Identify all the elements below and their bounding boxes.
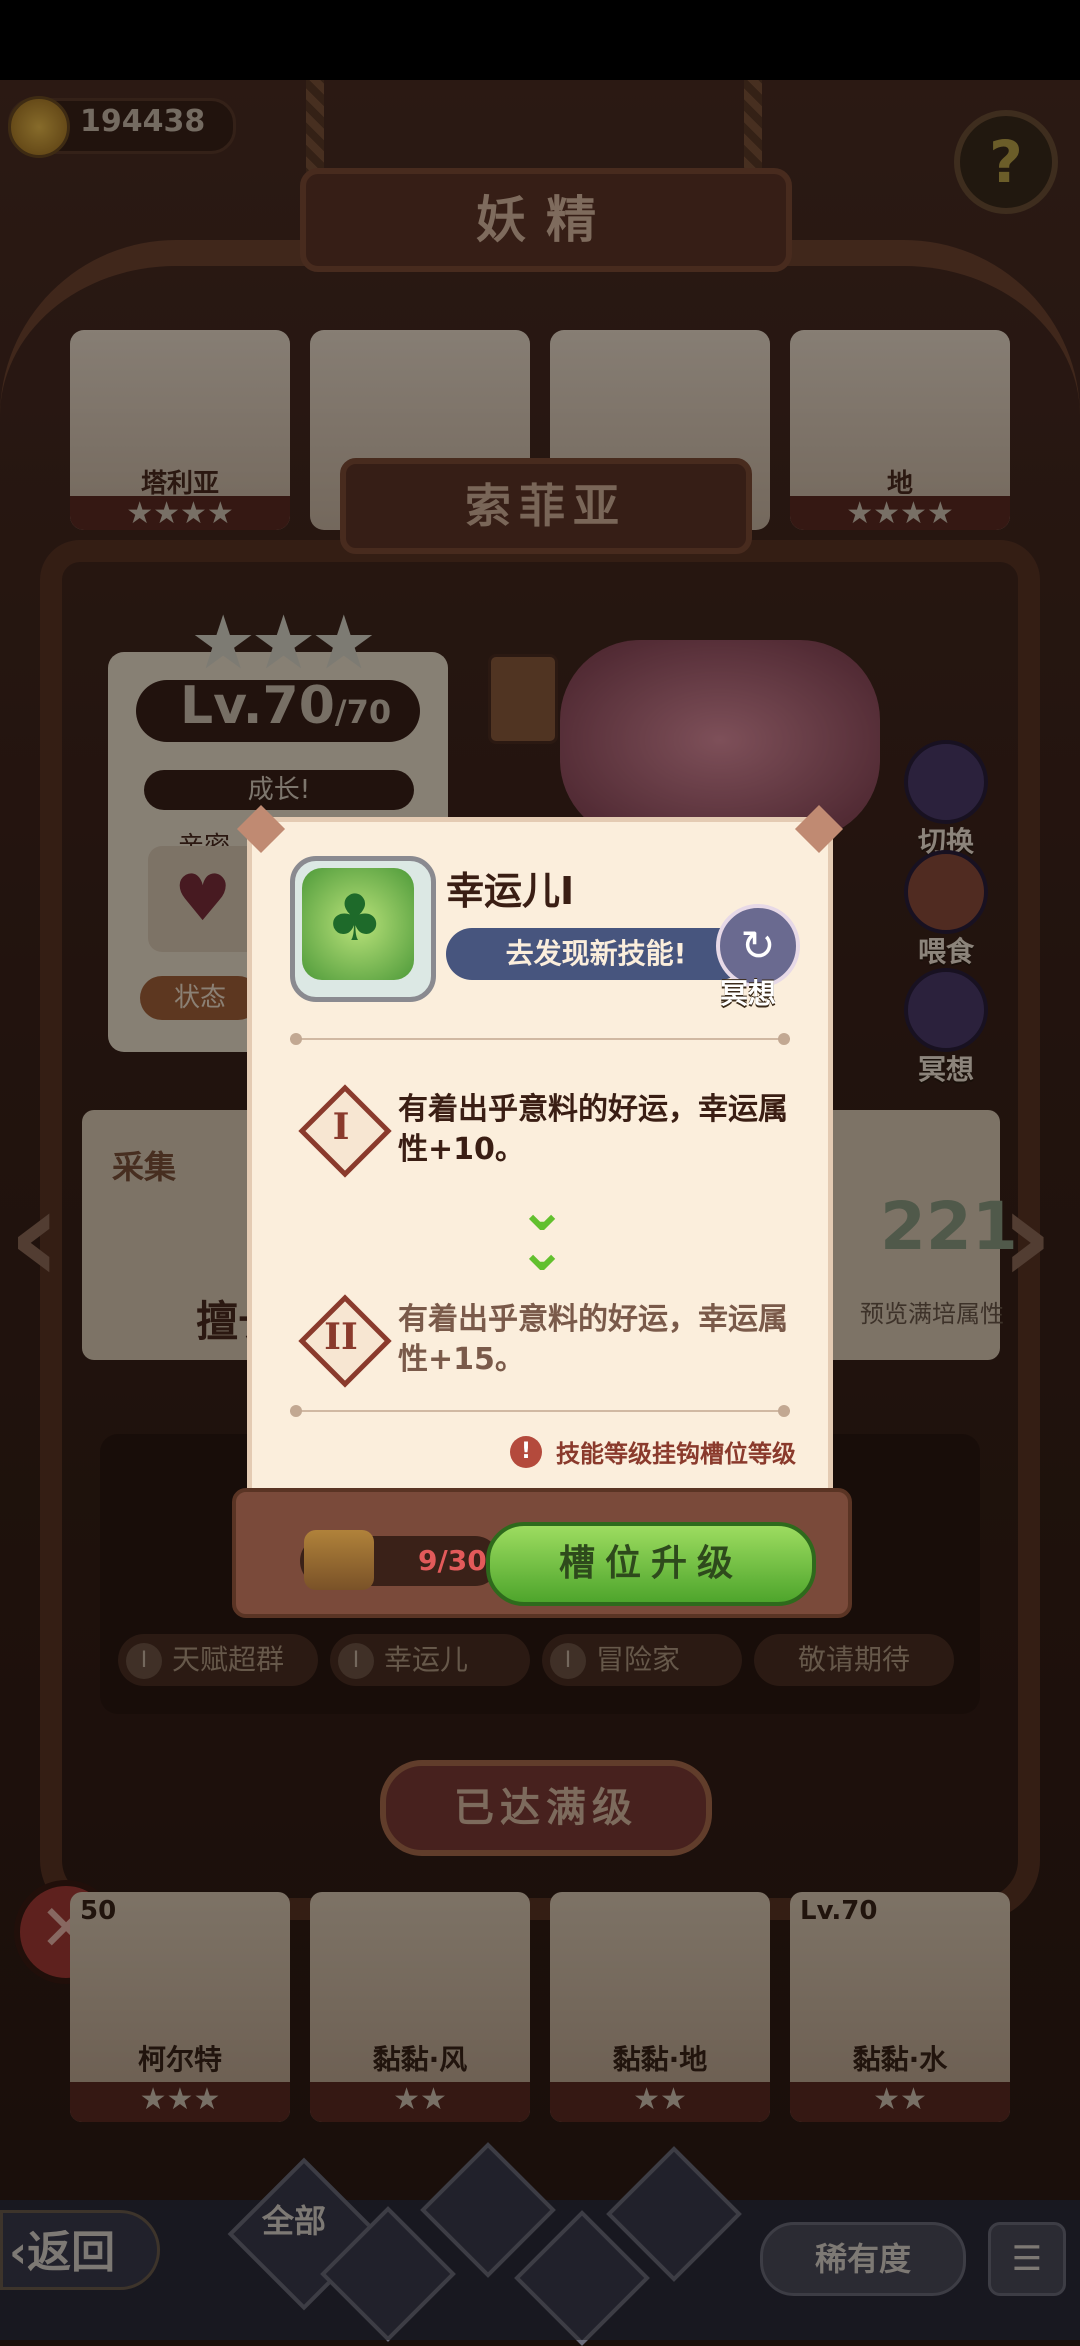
- discover-skill-button[interactable]: 去发现新技能!: [446, 928, 746, 980]
- chevron-down-icon: ⌄ ⌄: [517, 1176, 567, 1284]
- status-bar: [0, 0, 1080, 80]
- wood-material-icon: [304, 1530, 374, 1590]
- divider-ornament: [778, 1033, 790, 1045]
- divider-ornament: [290, 1033, 302, 1045]
- divider-top: [290, 1038, 790, 1040]
- level-ii-numeral: II: [324, 1316, 358, 1358]
- warning-text: 技能等级挂钩槽位等级: [556, 1440, 796, 1468]
- divider-ornament: [778, 1405, 790, 1417]
- slot-upgrade-button[interactable]: 槽位升级: [486, 1522, 816, 1606]
- clover-icon: ♣: [326, 882, 384, 956]
- divider-bottom: [290, 1410, 790, 1412]
- divider-ornament: [290, 1405, 302, 1417]
- level-ii-description: 有着出乎意料的好运，幸运属性+15。: [398, 1302, 788, 1377]
- material-count: 9/30: [418, 1544, 487, 1577]
- meditate-label: 冥想: [720, 977, 777, 1010]
- level-i-numeral: I: [332, 1106, 350, 1148]
- skill-title: 幸运儿I: [446, 869, 575, 913]
- warning-icon: !: [510, 1436, 542, 1468]
- level-i-description: 有着出乎意料的好运，幸运属性+10。: [398, 1092, 788, 1167]
